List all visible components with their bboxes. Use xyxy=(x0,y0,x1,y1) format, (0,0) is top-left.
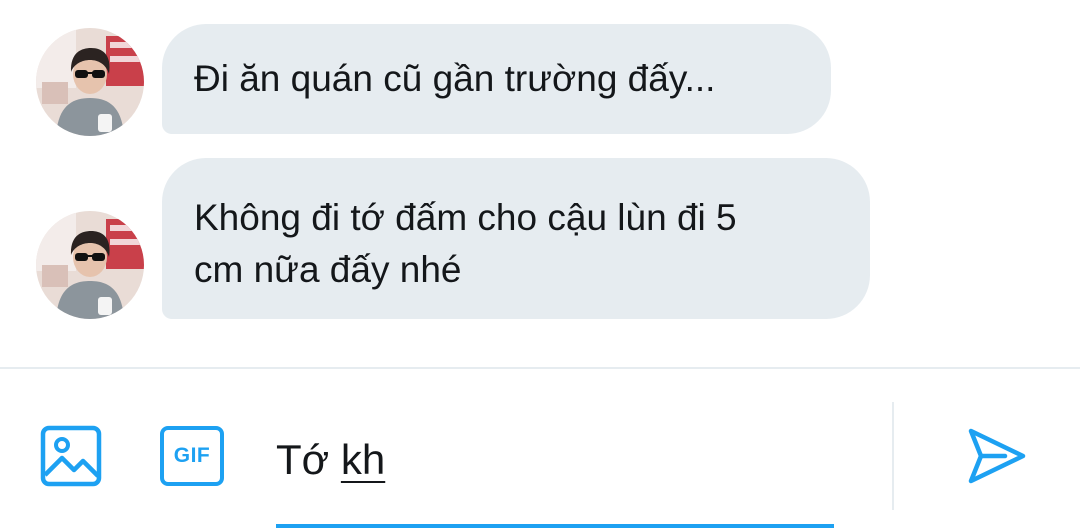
send-button[interactable] xyxy=(960,421,1032,491)
message-bubble[interactable]: Không đi tớ đấm cho cậu lùn đi 5 cm nữa … xyxy=(162,158,870,319)
message-input[interactable]: Tớ kh xyxy=(276,425,836,495)
image-icon xyxy=(40,425,102,487)
input-committed-text: Tớ xyxy=(276,436,341,483)
avatar-image xyxy=(36,211,144,319)
composer-vertical-divider xyxy=(892,402,894,510)
add-gif-button[interactable]: GIF xyxy=(156,421,228,491)
dm-conversation-screen: Đi ăn quán cũ gần trường đấy... Không đi… xyxy=(0,0,1080,532)
message-bubble[interactable]: Đi ăn quán cũ gần trường đấy... xyxy=(162,24,831,134)
input-focus-underline xyxy=(276,524,834,528)
user-avatar[interactable] xyxy=(36,211,144,319)
send-icon xyxy=(968,428,1026,484)
avatar-image xyxy=(36,28,144,136)
add-media-button[interactable] xyxy=(36,421,106,491)
user-avatar[interactable] xyxy=(36,28,144,136)
input-composing-text: kh xyxy=(340,436,386,483)
gif-icon: GIF xyxy=(160,426,224,486)
gif-label: GIF xyxy=(173,444,211,467)
message-composer: GIF Tớ kh xyxy=(0,369,1080,532)
